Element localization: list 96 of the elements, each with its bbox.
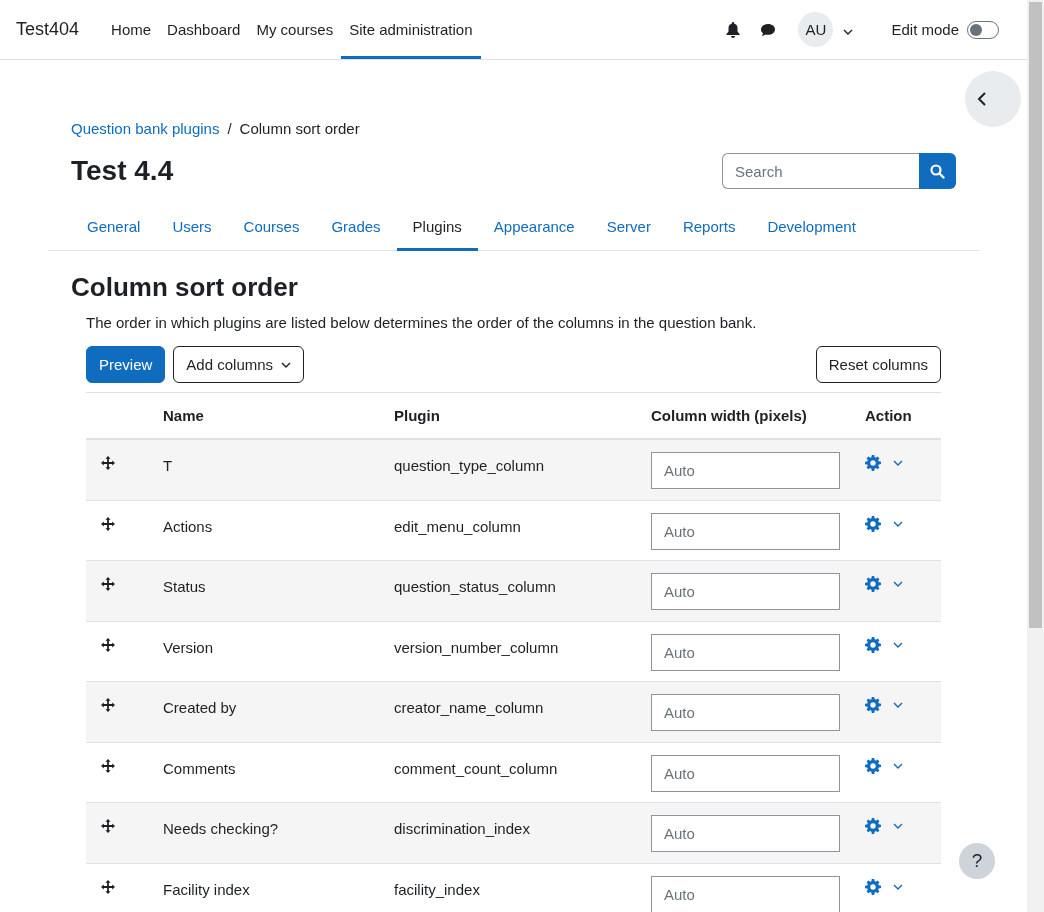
column-width-field[interactable]: Auto	[651, 633, 840, 671]
column-header: Column width (pixels)	[651, 407, 808, 424]
gear-icon	[865, 818, 881, 834]
column-header: Action	[865, 407, 913, 424]
table-cell-text: Version	[163, 637, 215, 656]
scrollbar[interactable]	[1027, 0, 1044, 912]
table-cell-text: Facility index	[163, 879, 251, 898]
table-cell-text: version_number_column	[394, 637, 560, 656]
site-name[interactable]: Test404	[16, 19, 80, 40]
move-handle-icon[interactable]	[101, 698, 115, 712]
table-cell-text: edit_menu_column	[394, 516, 522, 535]
column-width-field[interactable]: Auto	[651, 452, 840, 489]
tab[interactable]: General	[71, 208, 157, 251]
tab[interactable]: Courses	[227, 208, 316, 251]
table-cell-text: question_type_column	[394, 456, 546, 474]
edit-mode-toggle[interactable]	[967, 20, 999, 39]
column-width-field[interactable]: Auto	[651, 512, 840, 550]
caret-icon	[893, 823, 903, 829]
move-handle-icon[interactable]	[101, 637, 115, 652]
add-columns-button[interactable]: Add columns	[173, 346, 305, 383]
chat-bubble-icon[interactable]	[760, 22, 777, 37]
column-width-field[interactable]: Auto	[651, 694, 840, 731]
action-menu[interactable]	[865, 576, 903, 592]
description-text: The order in which plugins are listed below determines the order of the columns in the question bank.	[86, 314, 758, 331]
caret-icon	[893, 460, 903, 466]
action-menu[interactable]	[865, 757, 903, 774]
table-cell-text: Created by	[163, 698, 238, 716]
move-handle-icon[interactable]	[101, 758, 115, 773]
caret-icon	[281, 361, 292, 368]
gear-icon	[865, 757, 881, 774]
caret-icon	[893, 581, 903, 587]
gear-icon	[865, 576, 881, 592]
page-title: Test 4.4	[71, 154, 174, 188]
action-menu[interactable]	[865, 455, 903, 471]
move-handle-icon[interactable]	[101, 456, 115, 470]
tab[interactable]: Plugins	[396, 208, 478, 251]
nav-link[interactable]: Home	[103, 3, 160, 59]
column-width-field[interactable]: Auto	[651, 815, 840, 852]
nav-link[interactable]: Site administration	[341, 3, 481, 59]
table-cell-text: Comments	[163, 758, 237, 777]
move-handle-icon[interactable]	[101, 879, 115, 894]
breadcrumb-link[interactable]: Question bank plugins	[71, 119, 220, 139]
caret-icon	[893, 762, 903, 769]
move-handle-icon[interactable]	[101, 819, 115, 833]
column-width-field[interactable]: Auto	[651, 573, 840, 610]
column-width-field[interactable]: Auto	[651, 754, 840, 792]
user-avatar[interactable]: AU	[798, 12, 834, 47]
gear-icon	[865, 697, 881, 713]
table-cell-text: Needs checking?	[163, 819, 280, 837]
chevron-left-icon	[977, 92, 987, 106]
bell-icon[interactable]	[726, 21, 741, 38]
table-cell-text: comment_count_column	[394, 758, 559, 777]
tab[interactable]: Server	[590, 208, 667, 251]
edit-mode-label: Edit mode	[891, 21, 959, 38]
caret-icon	[893, 702, 903, 708]
gear-icon	[865, 455, 881, 471]
tab[interactable]: Users	[156, 208, 228, 251]
table-cell-text: discrimination_index	[394, 819, 531, 837]
move-handle-icon[interactable]	[101, 577, 115, 591]
preview-button[interactable]: Preview	[86, 346, 166, 383]
action-menu[interactable]	[865, 515, 903, 532]
gear-icon	[865, 515, 881, 532]
gear-icon	[865, 636, 881, 653]
table-cell-text: Actions	[163, 516, 214, 535]
tab[interactable]: Development	[751, 208, 872, 251]
action-menu[interactable]	[865, 818, 903, 834]
table-cell-text: facility_index	[394, 879, 481, 898]
table-cell-text: Status	[163, 577, 207, 595]
table-cell-text: T	[163, 456, 174, 474]
column-header: Plugin	[394, 407, 441, 424]
search-field[interactable]: Search	[722, 153, 919, 189]
caret-icon	[893, 883, 903, 890]
drawer-toggle-button[interactable]	[965, 71, 1021, 127]
move-handle-icon[interactable]	[101, 516, 115, 531]
tab[interactable]: Reports	[666, 208, 752, 251]
nav-link[interactable]: My courses	[248, 3, 342, 59]
breadcrumb-separator: /	[227, 119, 232, 139]
column-width-field[interactable]: Auto	[651, 875, 840, 912]
table-cell-text: creator_name_column	[394, 698, 545, 716]
nav-link[interactable]: Dashboard	[159, 3, 249, 59]
section-heading: Column sort order	[71, 271, 299, 303]
caret-icon	[893, 641, 903, 648]
help-button[interactable]: ?	[959, 843, 995, 879]
action-menu[interactable]	[865, 697, 903, 713]
gear-icon	[865, 878, 881, 895]
action-menu[interactable]	[865, 878, 903, 895]
search-icon	[930, 163, 945, 179]
table-cell-text: question_status_column	[394, 577, 557, 595]
column-header: Name	[163, 407, 205, 424]
action-menu[interactable]	[865, 636, 903, 653]
reset-columns-button[interactable]: Reset columns	[815, 346, 941, 383]
caret-icon	[893, 520, 903, 527]
breadcrumb-current: Column sort order	[239, 119, 360, 139]
tab[interactable]: Appearance	[477, 208, 591, 251]
search-button[interactable]	[919, 153, 956, 189]
tab[interactable]: Grades	[315, 208, 397, 251]
